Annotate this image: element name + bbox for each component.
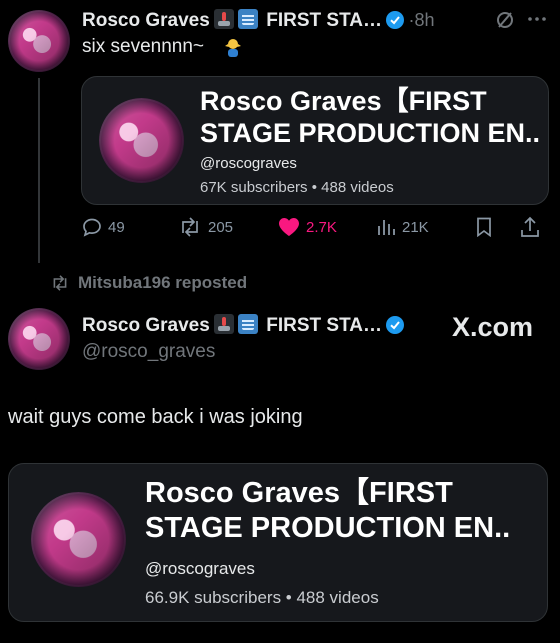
repost-indicator[interactable]: Mitsuba196 reposted [50,273,247,293]
joystick-emoji-icon [213,314,234,334]
author-name[interactable]: Rosco Graves [82,315,210,336]
channel-handle: @roscograves [145,559,255,578]
post-text: six sevennnn~ [82,36,241,58]
repost-label: Mitsuba196 reposted [78,273,248,292]
author-affiliation[interactable]: FIRST STA… [266,10,382,31]
views-icon [378,220,395,235]
post-time[interactable]: 8h [414,10,434,30]
post-text: wait guys come back i was joking [8,406,303,428]
author-handle[interactable]: @rosco_graves [82,341,215,363]
post-header: Rosco Graves FIRST STA… ·8h [82,9,552,35]
xray-emoji-icon [237,314,258,334]
reply-button[interactable]: 49 [82,217,125,237]
channel-avatar [31,492,126,587]
youtube-channel-card[interactable]: Rosco Graves【FIRST STAGE PRODUCTION EN..… [81,76,549,205]
channel-title-line1: Rosco Graves【FIRST [145,477,453,509]
shrug-emoji-icon [224,38,242,58]
repost-button[interactable]: 205 [178,217,233,237]
channel-handle: @roscograves [200,155,297,172]
post-header: Rosco Graves FIRST STA… [82,314,405,337]
author-name[interactable]: Rosco Graves [82,10,210,31]
author-avatar[interactable] [8,10,70,72]
joystick-emoji-icon [213,9,234,29]
repost-count: 205 [208,218,234,236]
channel-title-line2: STAGE PRODUCTION EN.. [200,118,541,149]
like-icon [279,218,299,236]
author-avatar[interactable] [8,308,70,370]
post-text-content: six sevennnn~ [82,36,204,57]
channel-title-line2: STAGE PRODUCTION EN.. [145,511,511,544]
more-icon[interactable] [525,9,549,29]
channel-title: Rosco Graves【FIRST STAGE PRODUCTION EN.. [145,476,510,546]
views-count: 21K [402,218,429,236]
bookmark-icon[interactable] [475,217,493,242]
channel-meta: 67K subscribers • 488 videos [200,179,394,196]
grok-icon[interactable] [495,10,515,30]
views-button[interactable]: 21K [376,217,429,237]
channel-avatar [99,98,184,183]
share-icon[interactable] [520,216,540,243]
thread-line [38,78,40,263]
like-count: 2.7K [306,218,337,236]
channel-title-line1: Rosco Graves【FIRST [200,86,487,116]
xray-emoji-icon [237,9,258,29]
channel-meta: 66.9K subscribers • 488 videos [145,588,379,607]
xcom-watermark: X.com [452,312,534,342]
repost-icon [182,217,198,237]
author-affiliation[interactable]: FIRST STA… [266,315,382,336]
reply-count: 49 [108,218,125,236]
repost-small-icon [53,275,67,291]
verified-icon [386,316,405,334]
channel-title: Rosco Graves【FIRST STAGE PRODUCTION EN.. [200,85,540,150]
verified-icon [386,11,405,29]
like-button[interactable]: 2.7K [278,217,337,237]
youtube-channel-card[interactable]: Rosco Graves【FIRST STAGE PRODUCTION EN..… [8,463,548,622]
reply-icon [83,218,101,237]
